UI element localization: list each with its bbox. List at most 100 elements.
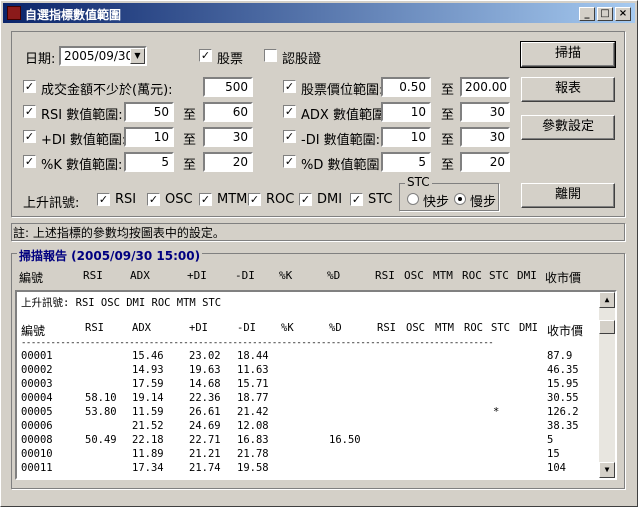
signal-dmi-checkbox[interactable]: ✓ bbox=[299, 193, 312, 206]
report-signal-line: 上升訊號: RSI OSC DMI ROC MTM STC bbox=[21, 297, 222, 309]
table-cell: 14.68 bbox=[189, 378, 221, 390]
to-label: 至 bbox=[441, 133, 455, 148]
col-adx: ADX bbox=[130, 269, 150, 282]
mdi-min-input[interactable]: 10 bbox=[381, 127, 431, 147]
signal-rsi-label: RSI bbox=[115, 192, 137, 207]
table-cell: 18.44 bbox=[237, 350, 269, 362]
settings-button[interactable]: 參數設定 bbox=[521, 115, 615, 140]
table-cell: 126.2 bbox=[547, 406, 579, 418]
report-scrollbar[interactable]: ▲ ▼ bbox=[599, 292, 615, 478]
adx-min-input[interactable]: 10 bbox=[381, 102, 431, 122]
report-divider: ----------------------------------------… bbox=[21, 338, 494, 348]
table-cell: 104 bbox=[547, 462, 566, 474]
k-max-input[interactable]: 20 bbox=[203, 152, 253, 172]
signal-rsi-checkbox[interactable]: ✓ bbox=[97, 193, 110, 206]
to-label: 至 bbox=[183, 133, 197, 148]
pdi-max-input[interactable]: 30 bbox=[203, 127, 253, 147]
table-cell: 24.69 bbox=[189, 420, 221, 432]
chevron-down-icon[interactable]: ▼ bbox=[130, 48, 145, 64]
table-cell: 22.71 bbox=[189, 434, 221, 446]
table-cell: * bbox=[493, 406, 500, 418]
inner-col-sig-rsi: RSI bbox=[377, 322, 396, 334]
table-cell: 16.50 bbox=[329, 434, 361, 446]
signal-roc-label: ROC bbox=[266, 192, 295, 207]
table-cell: 00004 bbox=[21, 392, 53, 404]
scan-button[interactable]: 掃描 bbox=[520, 41, 616, 68]
stc-slow-radio[interactable] bbox=[454, 193, 466, 205]
col-close: 收市價 bbox=[545, 271, 582, 285]
signal-mtm-label: MTM bbox=[217, 192, 248, 207]
table-row: 00010 11.89 21.21 21.78 15 bbox=[17, 448, 601, 462]
min-amount-input[interactable]: 500 bbox=[203, 77, 253, 97]
d-max-input[interactable]: 20 bbox=[460, 152, 510, 172]
minimize-button[interactable]: _ bbox=[579, 7, 595, 21]
report-button[interactable]: 報表 bbox=[521, 77, 615, 102]
pdi-label: +DI 數值範圍: bbox=[41, 133, 127, 148]
pdi-min-input[interactable]: 10 bbox=[124, 127, 174, 147]
table-cell: 21.21 bbox=[189, 448, 221, 460]
inner-col-k: %K bbox=[281, 322, 294, 334]
col-id: 編號 bbox=[19, 271, 44, 285]
signal-stc-checkbox[interactable]: ✓ bbox=[350, 193, 363, 206]
stock-checkbox[interactable]: ✓ bbox=[199, 49, 212, 62]
d-checkbox[interactable]: ✓ bbox=[283, 155, 296, 168]
mdi-checkbox[interactable]: ✓ bbox=[283, 130, 296, 143]
table-cell: 38.35 bbox=[547, 420, 579, 432]
inner-col-sig-roc: ROC bbox=[464, 322, 483, 334]
table-cell: 00010 bbox=[21, 448, 53, 460]
k-min-input[interactable]: 5 bbox=[124, 152, 174, 172]
warrant-checkbox[interactable] bbox=[264, 49, 277, 62]
table-cell: 87.9 bbox=[547, 350, 573, 362]
close-button[interactable]: × bbox=[615, 7, 631, 21]
signal-osc-checkbox[interactable]: ✓ bbox=[147, 193, 160, 206]
inner-col-sig-dmi: DMI bbox=[519, 322, 538, 334]
rsi-max-input[interactable]: 60 bbox=[203, 102, 253, 122]
signal-osc-label: OSC bbox=[165, 192, 193, 207]
maximize-button[interactable]: □ bbox=[597, 7, 613, 21]
table-cell: 18.77 bbox=[237, 392, 269, 404]
date-select[interactable]: 2005/09/30 ▼ bbox=[59, 46, 147, 66]
report-header: 編號 RSI ADX +DI -DI %K %D RSI OSC MTM ROC… bbox=[15, 269, 617, 287]
signal-roc-checkbox[interactable]: ✓ bbox=[248, 193, 261, 206]
adx-max-input[interactable]: 30 bbox=[460, 102, 510, 122]
table-cell: 00002 bbox=[21, 364, 53, 376]
inner-col-close: 收市價 bbox=[547, 324, 584, 338]
table-cell: 11.89 bbox=[132, 448, 164, 460]
inner-col-rsi: RSI bbox=[85, 322, 104, 334]
mdi-max-input[interactable]: 30 bbox=[460, 127, 510, 147]
inner-col-id: 編號 bbox=[21, 324, 46, 338]
inner-col-sig-mtm: MTM bbox=[435, 322, 454, 334]
signal-mtm-checkbox[interactable]: ✓ bbox=[199, 193, 212, 206]
adx-checkbox[interactable]: ✓ bbox=[283, 105, 296, 118]
table-cell: 16.83 bbox=[237, 434, 269, 446]
d-min-input[interactable]: 5 bbox=[381, 152, 431, 172]
price-range-checkbox[interactable]: ✓ bbox=[283, 80, 296, 93]
leave-button[interactable]: 離開 bbox=[521, 183, 615, 208]
table-cell: 15.71 bbox=[237, 378, 269, 390]
report-textarea[interactable]: 上升訊號: RSI OSC DMI ROC MTM STC 編號 RSI ADX… bbox=[15, 290, 617, 480]
price-max-input[interactable]: 200.00 bbox=[460, 77, 510, 97]
table-cell: 21.78 bbox=[237, 448, 269, 460]
pdi-checkbox[interactable]: ✓ bbox=[23, 130, 36, 143]
signal-label: 上升訊號: bbox=[23, 196, 80, 211]
table-cell: 19.58 bbox=[237, 462, 269, 474]
app-icon bbox=[7, 6, 21, 20]
d-label: %D 數值範圍: bbox=[301, 158, 384, 173]
rsi-checkbox[interactable]: ✓ bbox=[23, 105, 36, 118]
rsi-min-input[interactable]: 50 bbox=[124, 102, 174, 122]
scroll-up-icon[interactable]: ▲ bbox=[599, 292, 615, 308]
to-label: 至 bbox=[183, 158, 197, 173]
table-cell: 11.59 bbox=[132, 406, 164, 418]
stc-fast-radio[interactable] bbox=[407, 193, 419, 205]
k-checkbox[interactable]: ✓ bbox=[23, 155, 36, 168]
table-cell: 46.35 bbox=[547, 364, 579, 376]
price-min-input[interactable]: 0.50 bbox=[381, 77, 431, 97]
scroll-thumb[interactable] bbox=[599, 320, 615, 334]
inner-col-d: %D bbox=[329, 322, 342, 334]
min-amount-checkbox[interactable]: ✓ bbox=[23, 80, 36, 93]
table-cell: 15.46 bbox=[132, 350, 164, 362]
inner-col-sig-osc: OSC bbox=[406, 322, 425, 334]
table-cell: 00008 bbox=[21, 434, 53, 446]
table-cell: 00003 bbox=[21, 378, 53, 390]
scroll-down-icon[interactable]: ▼ bbox=[599, 462, 615, 478]
